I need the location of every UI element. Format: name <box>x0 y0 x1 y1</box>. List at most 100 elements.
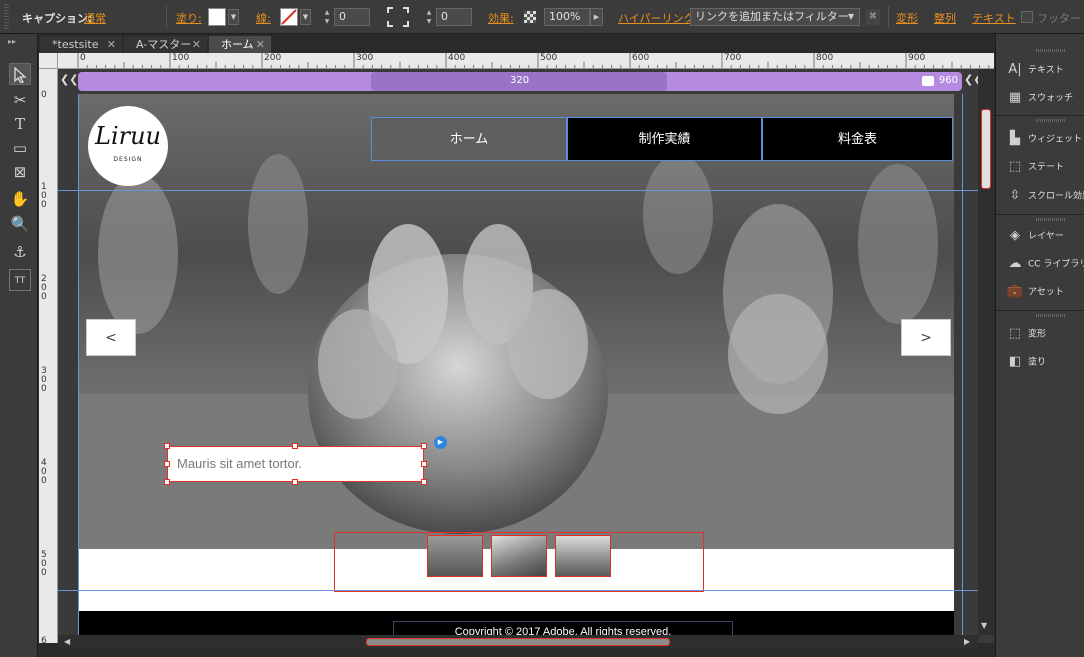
stroke-label[interactable]: 線: <box>256 10 271 26</box>
thumbnail-3[interactable] <box>555 535 611 577</box>
transform-link[interactable]: 変形 <box>896 10 918 26</box>
breakpoint-bar[interactable]: 320 960 <box>78 72 962 91</box>
panel-text[interactable]: A| テキスト <box>1006 60 1084 80</box>
rectangle-tool-icon[interactable]: ▭ <box>9 137 31 159</box>
footer-checkbox[interactable] <box>1021 11 1033 23</box>
close-icon[interactable]: ✕ <box>192 36 201 53</box>
fill-swatch[interactable] <box>208 8 226 26</box>
text-link[interactable]: テキスト <box>972 10 1016 26</box>
panel-transform[interactable]: ⬚ 変形 <box>1006 324 1084 344</box>
effects-label[interactable]: 効果: <box>488 10 514 26</box>
panel-layers[interactable]: ◈ レイヤー <box>1006 226 1084 246</box>
opacity-field[interactable]: 100% <box>544 8 590 26</box>
panel-label: ステート <box>1028 162 1065 173</box>
thumbnail-2[interactable] <box>491 535 547 577</box>
panel-widgets[interactable]: ▙ ウィジェット <box>1006 129 1084 149</box>
resize-handle[interactable] <box>292 443 298 449</box>
panel-cc-libraries[interactable]: ☁ CC ライブラリ <box>1006 254 1084 274</box>
corner-radius-icon[interactable] <box>386 6 410 28</box>
breakpoint-mobile[interactable]: 320 <box>510 75 529 86</box>
scroll-left-icon[interactable]: ◀ <box>64 635 70 649</box>
nav-item-home[interactable]: ホーム <box>371 117 567 161</box>
panel-swatches[interactable]: ▦ スウォッチ <box>1006 88 1084 108</box>
ruler-origin[interactable] <box>39 53 58 69</box>
fill-stroke-swap-icon[interactable]: TT <box>9 269 31 291</box>
resize-handle[interactable] <box>421 479 427 485</box>
logo-text: Liruu <box>95 122 161 150</box>
resize-handle[interactable] <box>292 479 298 485</box>
hyperlink-input[interactable]: リンクを追加またはフィルター <box>690 8 860 26</box>
nav-item-pricing[interactable]: 料金表 <box>762 117 953 161</box>
footer-guide[interactable] <box>58 590 994 591</box>
scroll-thumb[interactable] <box>981 109 991 189</box>
clear-link-icon[interactable]: ✖ <box>866 9 880 25</box>
panel-grip[interactable] <box>1036 119 1066 122</box>
slideshow-prev-button[interactable]: < <box>86 319 136 356</box>
caption-style-dropdown[interactable]: 通常 <box>84 10 106 26</box>
thumbnail-1[interactable] <box>427 535 483 577</box>
options-arrow-icon[interactable]: ▶ <box>434 436 447 449</box>
panel-scroll-effects[interactable]: ⇳ スクロール効果 <box>1006 186 1084 206</box>
header-guide[interactable] <box>58 190 994 191</box>
resize-handle[interactable] <box>164 443 170 449</box>
tab-a-master[interactable]: A-マスター ✕ <box>124 36 207 53</box>
canvas-horizontal-scrollbar[interactable]: ◀ ▶ <box>58 635 978 649</box>
collapse-panel-icon[interactable]: ▸▸ <box>8 37 16 46</box>
fill-label[interactable]: 塗り: <box>176 10 202 26</box>
site-logo[interactable]: Liruu DESIGN <box>88 106 168 186</box>
scroll-thumb[interactable] <box>366 638 670 646</box>
corner-radius-stepper[interactable]: ▲ ▼ <box>424 8 434 26</box>
ruler-label: 600 <box>632 53 650 63</box>
crop-tool-icon[interactable]: ✂ <box>9 89 31 111</box>
slideshow-next-button[interactable]: > <box>901 319 951 356</box>
fill-dropdown-icon[interactable]: ▼ <box>228 9 239 25</box>
corner-radius-field[interactable]: 0 <box>436 8 472 26</box>
breakpoint-left-arrow-icon[interactable]: ❮❮ <box>60 73 78 86</box>
resize-handle[interactable] <box>421 443 427 449</box>
anchor-tool-icon[interactable]: ⚓ <box>9 241 31 263</box>
panel-grip[interactable] <box>1036 49 1066 52</box>
horizontal-ruler[interactable]: 0 100 200 300 400 500 600 700 800 900 <box>58 53 994 69</box>
design-canvas[interactable]: ❮❮ 320 960 ❮❮ Liruu DESIGN ホーム 制作実績 料金表 … <box>58 69 994 643</box>
hyperlink-label[interactable]: ハイパーリンク: <box>618 10 698 26</box>
vertical-ruler[interactable]: 0 100 200 300 400 500 6 <box>39 69 58 643</box>
resize-handle[interactable] <box>164 461 170 467</box>
panel-states[interactable]: ⬚ ステート <box>1006 157 1084 177</box>
opacity-arrow-icon[interactable]: ▶ <box>590 8 603 26</box>
resize-handle[interactable] <box>421 461 427 467</box>
stroke-width-field[interactable]: 0 <box>334 8 370 26</box>
scroll-down-icon[interactable]: ▼ <box>981 621 987 630</box>
panel-assets[interactable]: 💼 アセット <box>1006 282 1084 302</box>
close-icon[interactable]: ✕ <box>107 36 116 53</box>
breakpoint-marker-icon[interactable] <box>922 76 934 86</box>
slideshow-caption[interactable]: Mauris sit amet tortor. <box>167 446 424 482</box>
selection-tool-icon[interactable] <box>9 63 31 85</box>
image-frame-tool-icon[interactable]: ⊠ <box>9 161 31 183</box>
page-frame[interactable]: Liruu DESIGN ホーム 制作実績 料金表 < > Mauris sit… <box>78 94 954 643</box>
resize-handle[interactable] <box>164 479 170 485</box>
panel-grip[interactable] <box>1036 314 1066 317</box>
scroll-right-icon[interactable]: ▶ <box>964 635 970 649</box>
ruler-label: 400 <box>448 53 466 63</box>
canvas-vertical-scrollbar[interactable]: ▼ <box>978 69 994 635</box>
panel-fill[interactable]: ◧ 塗り <box>1006 352 1084 372</box>
slideshow-thumbnails[interactable] <box>334 532 704 592</box>
close-icon[interactable]: ✕ <box>256 36 265 53</box>
tab-home[interactable]: ホーム ✕ <box>209 36 271 53</box>
align-link[interactable]: 整列 <box>934 10 956 26</box>
stroke-swatch[interactable] <box>280 8 298 26</box>
stroke-dropdown-icon[interactable]: ▼ <box>300 9 311 25</box>
breakpoint-desktop[interactable]: 960 <box>939 75 958 86</box>
divider <box>996 214 1084 215</box>
tab-testsite[interactable]: *testsite ✕ <box>40 36 122 53</box>
stroke-width-stepper[interactable]: ▲ ▼ <box>322 8 332 26</box>
panel-grip[interactable] <box>1036 218 1066 221</box>
panel-dock: A| テキスト ▦ スウォッチ ▙ ウィジェット ⬚ ステート ⇳ スクロール効果 ◈ レイ… <box>995 34 1084 657</box>
zoom-tool-icon[interactable]: 🔍 <box>9 213 31 235</box>
nav-item-works[interactable]: 制作実績 <box>567 117 762 161</box>
panel-grip[interactable] <box>4 4 9 30</box>
ruler-label: 400 <box>41 458 47 486</box>
hand-tool-icon[interactable]: ✋ <box>9 188 31 210</box>
hyperlink-dropdown-icon[interactable]: ▼ <box>848 9 854 25</box>
text-tool-icon[interactable]: T <box>9 113 31 135</box>
